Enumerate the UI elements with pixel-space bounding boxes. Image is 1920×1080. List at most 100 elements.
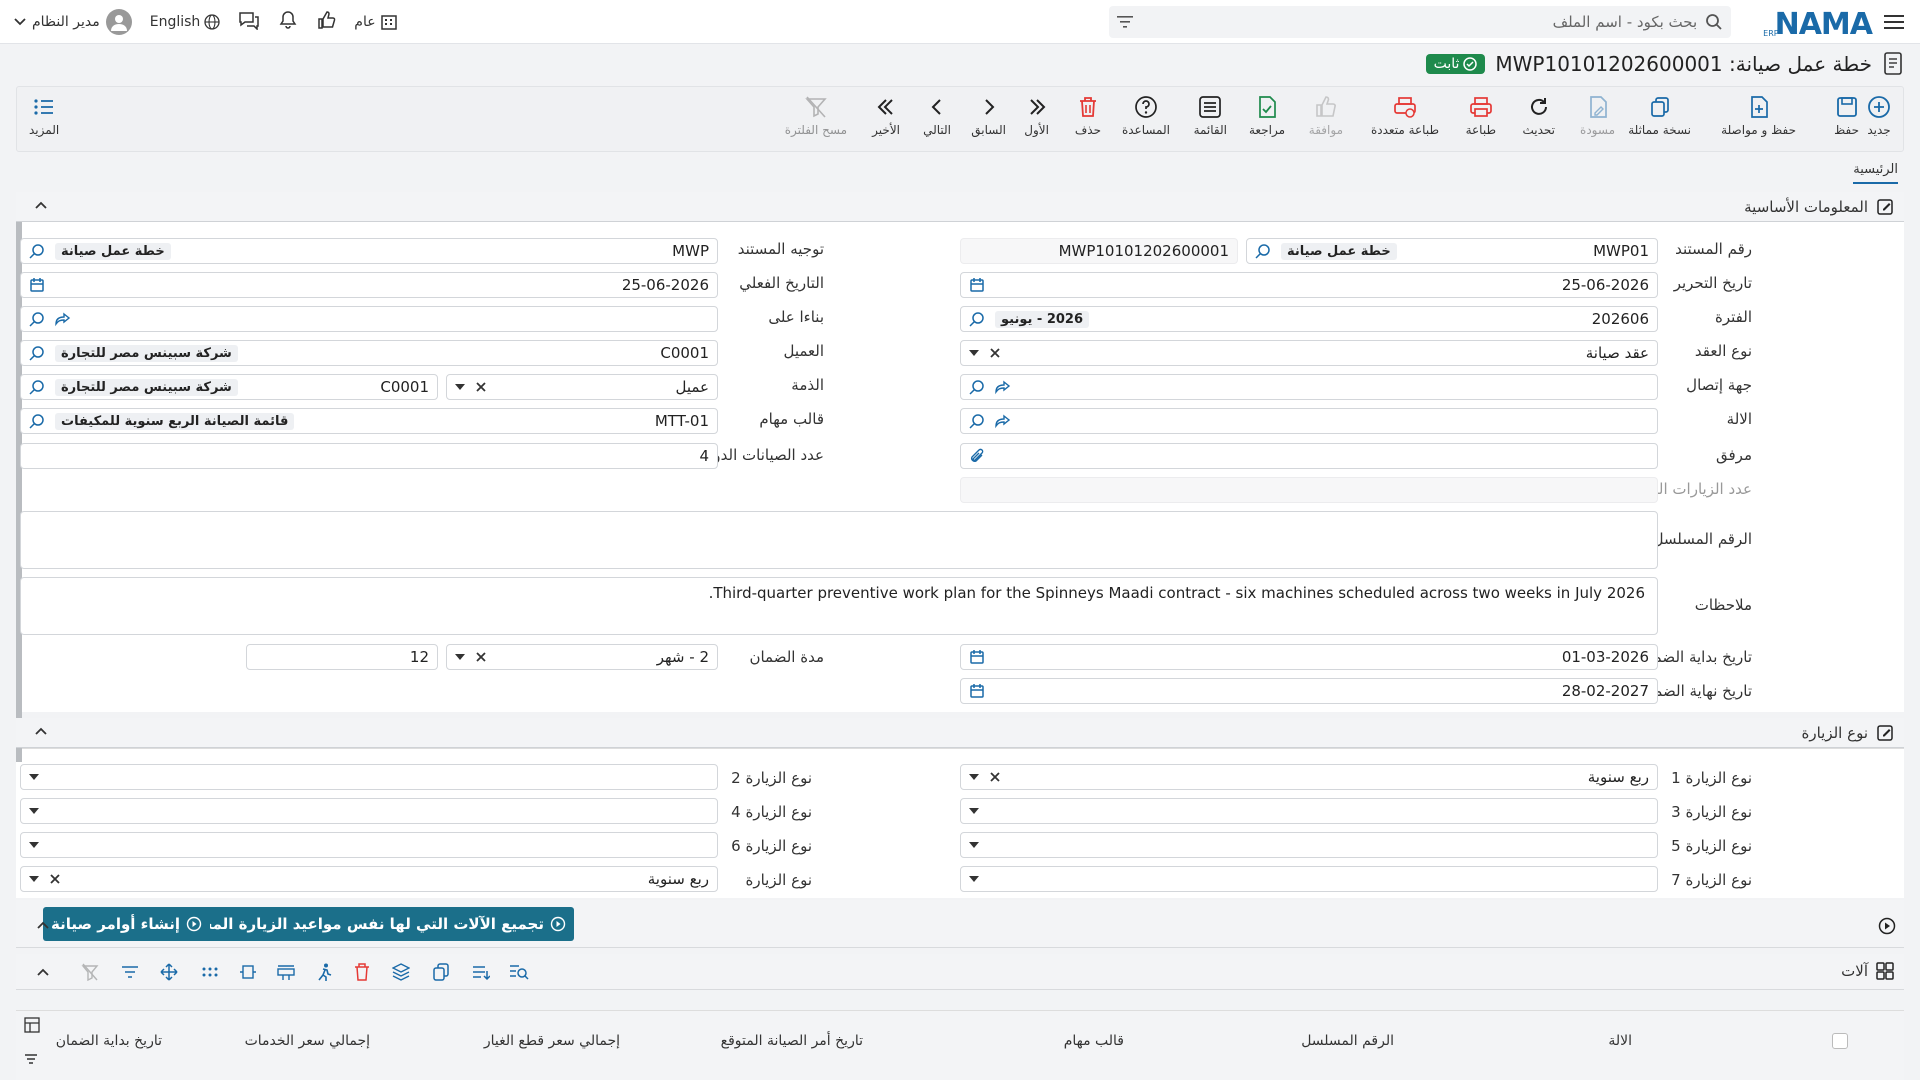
lookup-icon[interactable] xyxy=(29,243,45,259)
hamburger-menu-icon[interactable] xyxy=(1874,0,1914,44)
calendar-icon[interactable] xyxy=(969,277,985,293)
machine-field[interactable] xyxy=(960,408,1658,434)
new-button[interactable]: جديد xyxy=(1867,95,1891,137)
dropdown-arrow-icon[interactable] xyxy=(29,842,39,848)
save-button[interactable]: حفظ xyxy=(1834,95,1859,137)
sort-rows-button[interactable] xyxy=(467,958,495,986)
visit-3-select[interactable] xyxy=(960,798,1658,824)
help-button[interactable]: المساعدة xyxy=(1122,95,1170,137)
save-continue-button[interactable]: حفظ و مواصلة xyxy=(1721,95,1796,137)
warranty-end-field[interactable]: 28-02-2027 xyxy=(960,678,1658,704)
lookup-icon[interactable] xyxy=(29,345,45,361)
col-task-template[interactable]: قالب مهام xyxy=(1064,1033,1124,1049)
review-button[interactable]: مراجعة xyxy=(1249,95,1285,137)
like-icon[interactable] xyxy=(316,10,336,34)
select-all-checkbox[interactable] xyxy=(1832,1033,1848,1049)
grid-options-button[interactable] xyxy=(196,958,224,986)
last-button[interactable]: الأخير xyxy=(872,95,900,137)
tab-main[interactable]: الرئيسية xyxy=(1853,160,1898,184)
attachment-field[interactable] xyxy=(960,443,1658,469)
lookup-icon[interactable] xyxy=(969,311,985,327)
delete-button[interactable]: حذف xyxy=(1075,95,1101,137)
customer-field[interactable]: C0001 شركة سبينس مصر للتجارة xyxy=(20,340,718,366)
filter-rows-button[interactable] xyxy=(116,958,144,986)
visit-7-select[interactable] xyxy=(960,866,1658,892)
dropdown-arrow-icon[interactable] xyxy=(29,774,39,780)
clear-icon[interactable] xyxy=(49,873,61,885)
lookup-icon[interactable] xyxy=(29,413,45,429)
serial-textarea[interactable] xyxy=(20,511,1658,569)
fit-columns-button[interactable] xyxy=(234,958,262,986)
group-machines-button[interactable]: تجميع الآلات التي لها نفس مواعيد الزيارة… xyxy=(168,907,574,941)
col-expected-order-date[interactable]: تاريخ أمر الصيانة المتوقع xyxy=(721,1033,863,1049)
search-input[interactable]: بحث بكود - اسم الملف xyxy=(1141,13,1698,31)
dropdown-arrow-icon[interactable] xyxy=(969,774,979,780)
chat-icon[interactable] xyxy=(238,10,260,34)
lookup-icon[interactable] xyxy=(29,311,45,327)
dropdown-arrow-icon[interactable] xyxy=(455,384,465,390)
visit-1-select[interactable]: ربع سنوية xyxy=(960,764,1658,790)
col-machine[interactable]: الالة xyxy=(1608,1033,1632,1049)
clear-icon[interactable] xyxy=(475,381,487,393)
calendar-icon[interactable] xyxy=(29,277,45,293)
print-button[interactable]: طباعة xyxy=(1466,95,1496,137)
visit-6-select[interactable] xyxy=(20,832,718,858)
share-icon[interactable] xyxy=(995,413,1011,429)
warranty-start-field[interactable]: 01-03-2026 xyxy=(960,644,1658,670)
refresh-button[interactable]: تحديث xyxy=(1522,95,1555,137)
approve-button[interactable]: موافقة xyxy=(1309,95,1343,137)
copy-rows-button[interactable] xyxy=(427,958,455,986)
language-switch[interactable]: English xyxy=(150,14,221,30)
edit-date-field[interactable]: 25-06-2026 xyxy=(960,272,1658,298)
global-search[interactable]: بحث بكود - اسم الملف xyxy=(1109,5,1732,38)
periodic-count-field[interactable]: 4 xyxy=(20,443,718,469)
lookup-icon[interactable] xyxy=(29,379,45,395)
table-settings-icon[interactable] xyxy=(24,1017,40,1033)
move-button[interactable] xyxy=(155,958,183,986)
lookup-icon[interactable] xyxy=(969,413,985,429)
share-icon[interactable] xyxy=(995,379,1011,395)
search-rows-button[interactable] xyxy=(505,958,533,986)
calendar-icon[interactable] xyxy=(969,649,985,665)
paperclip-icon[interactable] xyxy=(969,447,985,465)
public-workspace[interactable]: عام xyxy=(354,13,397,31)
based-on-field[interactable] xyxy=(20,306,718,332)
draft-button[interactable]: مسودة xyxy=(1580,95,1615,137)
share-icon[interactable] xyxy=(55,311,71,327)
chevron-up-icon[interactable] xyxy=(36,918,50,932)
clear-grid-filter-button[interactable] xyxy=(76,958,104,986)
notifications-bell-icon[interactable] xyxy=(278,10,298,34)
run-button[interactable] xyxy=(310,958,338,986)
col-serial[interactable]: الرقم المسلسل xyxy=(1301,1033,1394,1049)
multi-print-button[interactable]: طباعة متعددة xyxy=(1371,95,1439,137)
copy-button[interactable]: نسخة مماثلة xyxy=(1628,95,1691,137)
doc-direction-field[interactable]: MWP خطة عمل صيانة xyxy=(20,238,718,264)
user-menu[interactable]: مدير النظام xyxy=(14,8,132,35)
contact-field[interactable] xyxy=(960,374,1658,400)
dropdown-arrow-icon[interactable] xyxy=(969,350,979,356)
dropdown-arrow-icon[interactable] xyxy=(29,808,39,814)
insert-row-button[interactable] xyxy=(272,958,300,986)
visit-5-select[interactable] xyxy=(960,832,1658,858)
period-field[interactable]: 202606 2026 - يونيو xyxy=(960,306,1658,332)
visit-type-select[interactable]: ربع سنوية xyxy=(20,866,718,892)
delete-rows-button[interactable] xyxy=(348,958,376,986)
task-template-field[interactable]: MTT-01 قائمة الصيانة الربع سنوية للمكيفا… xyxy=(20,408,718,434)
col-spare-parts-total[interactable]: إجمالي سعر قطع الغيار xyxy=(484,1033,620,1049)
basic-info-header[interactable]: المعلومات الأساسية xyxy=(16,192,1904,222)
notes-textarea[interactable]: Third-quarter preventive work plan for t… xyxy=(20,577,1658,635)
account-type-select[interactable]: عميل xyxy=(446,374,718,400)
previous-button[interactable]: السابق xyxy=(971,95,1006,137)
warranty-unit-select[interactable]: 2 - شهر xyxy=(446,644,718,670)
list-button[interactable]: القائمة xyxy=(1194,95,1227,137)
chevron-up-icon[interactable] xyxy=(34,198,48,212)
account-field[interactable]: C0001 شركة سبينس مصر للتجارة xyxy=(20,374,438,400)
visit-type-header[interactable]: نوع الزيارة xyxy=(16,718,1904,748)
warranty-period-field[interactable]: 12 xyxy=(246,644,438,670)
dropdown-arrow-icon[interactable] xyxy=(969,842,979,848)
dropdown-arrow-icon[interactable] xyxy=(969,876,979,882)
first-button[interactable]: الأول xyxy=(1024,95,1049,137)
chevron-up-icon[interactable] xyxy=(36,965,50,979)
lookup-icon[interactable] xyxy=(969,379,985,395)
more-button[interactable]: المزيد xyxy=(29,95,59,137)
